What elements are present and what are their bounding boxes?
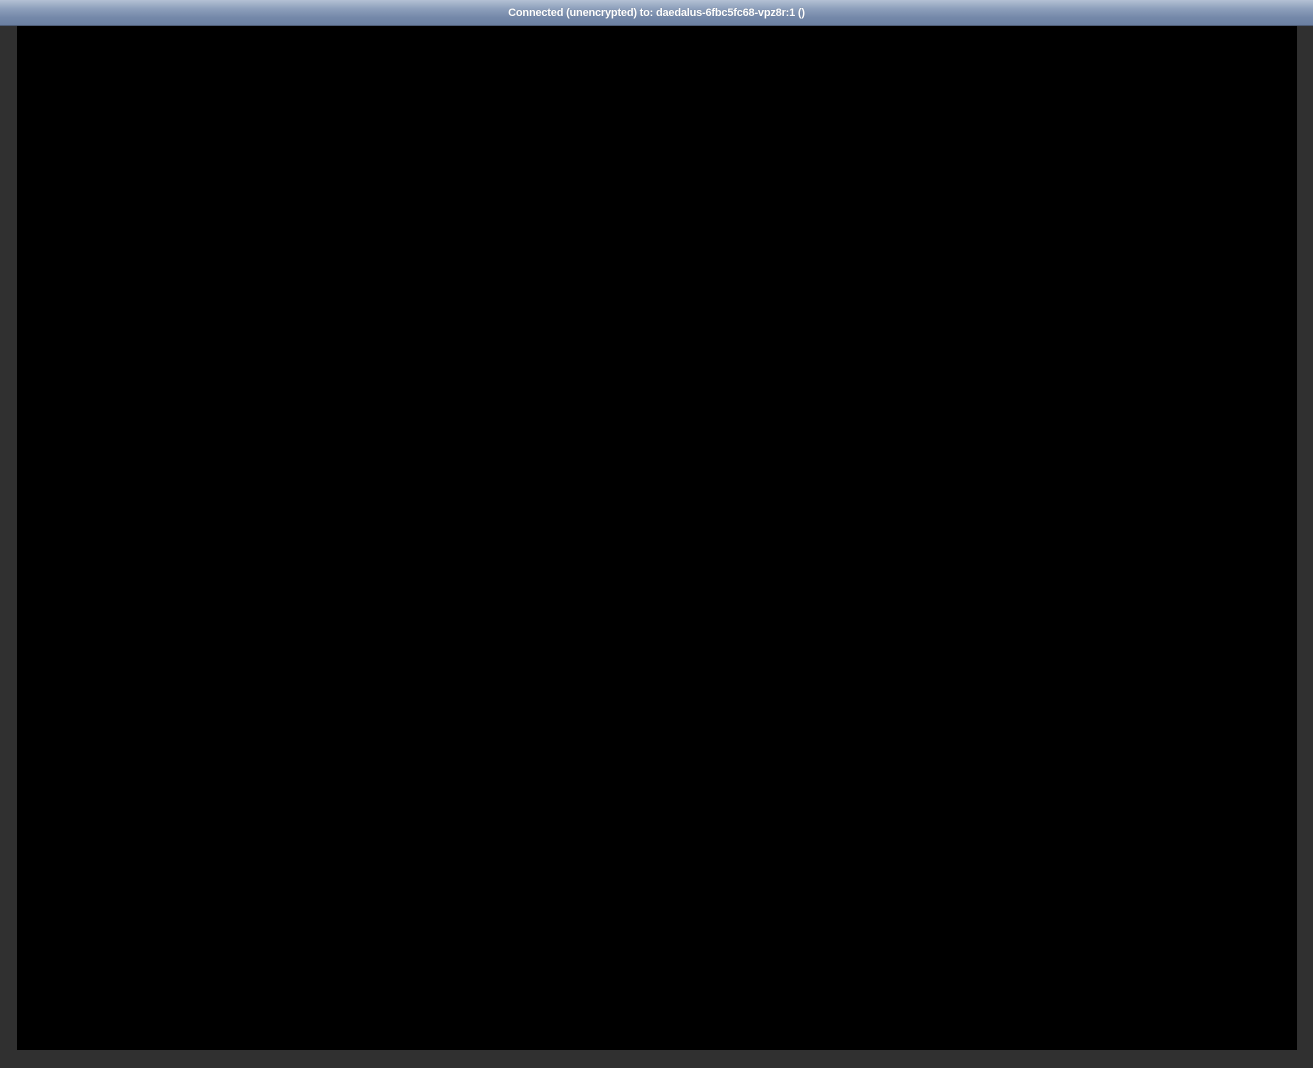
connection-status-text: Connected (unencrypted) to: daedalus-6fb… — [508, 6, 805, 19]
remote-desktop-canvas[interactable] — [17, 26, 1297, 1050]
vnc-viewer-window: Connected (unencrypted) to: daedalus-6fb… — [0, 0, 1313, 1068]
connection-status-bar: Connected (unencrypted) to: daedalus-6fb… — [0, 0, 1313, 26]
